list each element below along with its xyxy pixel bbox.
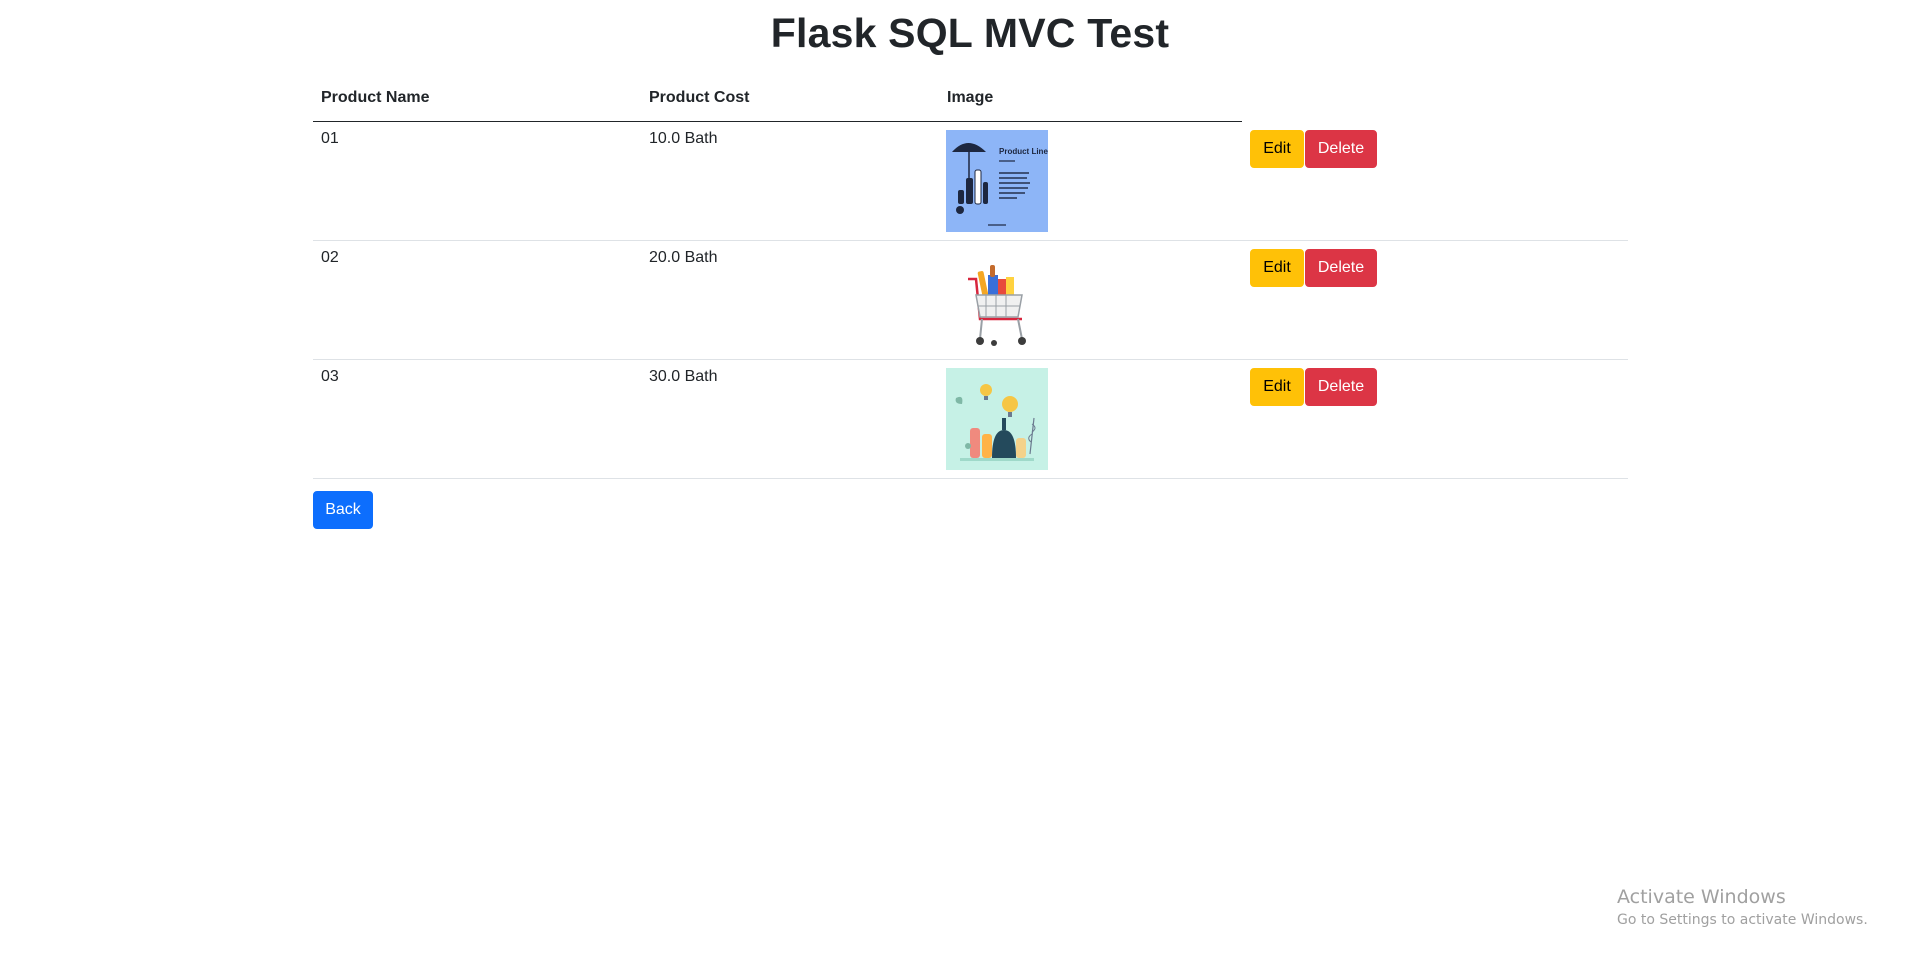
page: Flask SQL MVC Test Product Name Product …	[0, 0, 1916, 963]
cosmetics-products-image	[946, 368, 1048, 470]
delete-button[interactable]: Delete	[1305, 249, 1377, 287]
actions-cell: Edit Delete	[1242, 121, 1628, 241]
shopping-cart-image	[946, 249, 1048, 351]
products-container: Product Name Product Cost Image 01 10.0 …	[313, 83, 1628, 479]
header-image: Image	[939, 83, 1242, 122]
page-title: Flask SQL MVC Test	[770, 10, 1170, 56]
product-line-image: Product Line	[946, 130, 1048, 232]
edit-button[interactable]: Edit	[1250, 249, 1304, 287]
table-header-row: Product Name Product Cost Image	[313, 83, 1628, 122]
product-cost-cell: 10.0 Bath	[641, 121, 939, 241]
product-name-cell: 03	[313, 359, 641, 479]
header-product-cost: Product Cost	[641, 83, 939, 122]
header-product-name: Product Name	[313, 83, 641, 122]
product-image-cell	[939, 359, 1242, 479]
watermark-subtitle: Go to Settings to activate Windows.	[1617, 912, 1868, 928]
product-image-cell: Product Line	[939, 121, 1242, 241]
actions-cell: Edit Delete	[1242, 359, 1628, 479]
table-row: 01 10.0 Bath Product Line Edit Delete	[313, 121, 1628, 241]
product-cost-cell: 20.0 Bath	[641, 240, 939, 360]
header-actions	[1242, 83, 1628, 122]
table-row: 03 30.0 Bath Edit Delete	[313, 359, 1628, 479]
watermark-title: Activate Windows	[1617, 886, 1786, 908]
product-cost-cell: 30.0 Bath	[641, 359, 939, 479]
product-line-heading: Product Line	[999, 147, 1048, 156]
actions-cell: Edit Delete	[1242, 240, 1628, 360]
edit-button[interactable]: Edit	[1250, 129, 1304, 168]
edit-button[interactable]: Edit	[1250, 368, 1304, 406]
delete-button[interactable]: Delete	[1305, 368, 1377, 406]
delete-button[interactable]: Delete	[1305, 129, 1377, 168]
product-image-cell	[939, 240, 1242, 360]
product-name-cell: 02	[313, 240, 641, 360]
table-row: 02 20.0 Bath Edit Delete	[313, 240, 1628, 360]
product-name-cell: 01	[313, 121, 641, 241]
back-button[interactable]: Back	[313, 491, 373, 529]
windows-activation-watermark: Activate Windows Go to Settings to activ…	[1617, 884, 1868, 930]
products-table: Product Name Product Cost Image 01 10.0 …	[313, 83, 1628, 479]
